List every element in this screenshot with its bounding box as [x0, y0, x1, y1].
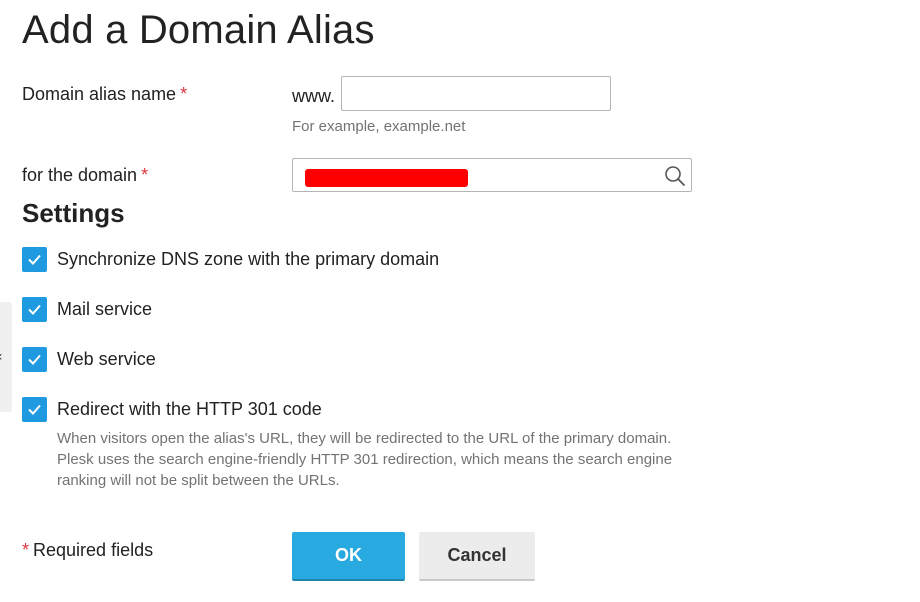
required-mark: * [22, 540, 30, 560]
checkbox-checked[interactable] [22, 397, 47, 422]
checkbox-checked[interactable] [22, 297, 47, 322]
required-fields-note: * Required fields [22, 540, 153, 561]
checkbox-checked[interactable] [22, 247, 47, 272]
redirect-description: When visitors open the alias's URL, they… [57, 430, 673, 489]
checkmark-icon [28, 404, 41, 415]
web-service-option[interactable]: Web service [22, 347, 156, 372]
alias-name-label-text: Domain alias name [22, 84, 177, 104]
checkbox-checked[interactable] [22, 347, 47, 372]
checkmark-icon [28, 304, 41, 315]
mail-service-option[interactable]: Mail service [22, 297, 152, 322]
search-icon[interactable] [663, 164, 687, 188]
page-title: Add a Domain Alias [22, 8, 375, 52]
www-prefix: www. [292, 86, 336, 106]
collapse-chevron-icon[interactable]: ‹ [0, 349, 3, 365]
domain-select-field[interactable] [292, 158, 692, 192]
redirect-301-option[interactable]: Redirect with the HTTP 301 code [22, 397, 322, 422]
checkbox-label: Mail service [57, 299, 153, 319]
for-domain-label-text: for the domain [22, 165, 138, 185]
redacted-domain-value [305, 169, 468, 187]
alias-name-label: Domain alias name * [22, 84, 187, 105]
domain-alias-name-input[interactable] [341, 76, 611, 111]
sync-dns-option[interactable]: Synchronize DNS zone with the primary do… [22, 247, 439, 272]
checkbox-label: Redirect with the HTTP 301 code [57, 399, 322, 419]
checkmark-icon [28, 354, 41, 365]
cancel-button[interactable]: Cancel [419, 532, 535, 581]
for-domain-label: for the domain * [22, 165, 148, 186]
settings-heading: Settings [22, 198, 125, 228]
required-mark: * [141, 165, 149, 185]
alias-name-hint: For example, example.net [292, 118, 466, 135]
ok-button[interactable]: OK [292, 532, 405, 581]
checkbox-label: Web service [57, 349, 156, 369]
required-mark: * [180, 84, 188, 104]
required-fields-text: Required fields [33, 540, 154, 560]
checkmark-icon [28, 254, 41, 265]
checkbox-label: Synchronize DNS zone with the primary do… [57, 249, 440, 269]
